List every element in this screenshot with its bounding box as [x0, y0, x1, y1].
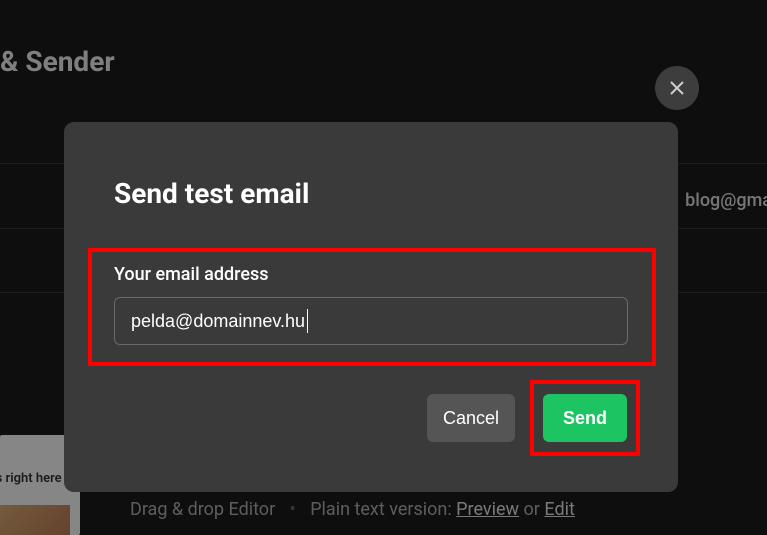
modal-title: Send test email — [114, 177, 309, 210]
close-button[interactable] — [655, 66, 699, 110]
text-caret — [307, 309, 308, 333]
send-button[interactable]: Send — [543, 394, 627, 442]
email-field-label: Your email address — [114, 264, 269, 285]
close-icon — [669, 80, 685, 96]
send-test-email-modal: Send test email Your email address Cance… — [64, 122, 678, 492]
cancel-button[interactable]: Cancel — [427, 394, 515, 442]
email-input[interactable] — [114, 297, 628, 345]
